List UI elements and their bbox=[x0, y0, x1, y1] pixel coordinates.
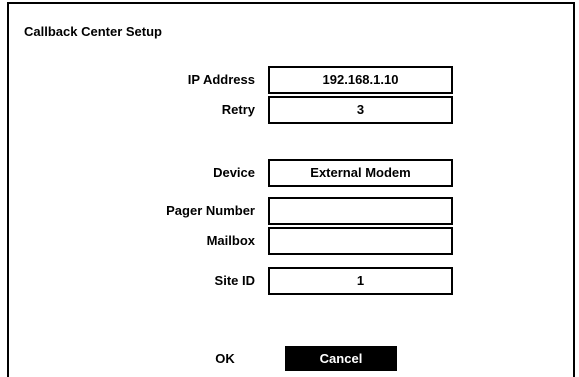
retry-field[interactable]: 3 bbox=[268, 96, 453, 124]
ip-address-row: IP Address 192.168.1.10 bbox=[9, 66, 569, 94]
ok-button[interactable]: OK bbox=[199, 346, 251, 371]
retry-row: Retry 3 bbox=[9, 96, 569, 124]
site-id-label: Site ID bbox=[214, 273, 255, 288]
pager-number-label: Pager Number bbox=[166, 203, 255, 218]
pager-number-field[interactable] bbox=[268, 197, 453, 225]
cancel-button[interactable]: Cancel bbox=[285, 346, 397, 371]
retry-label: Retry bbox=[221, 102, 255, 117]
mailbox-field[interactable] bbox=[268, 227, 453, 255]
dialog-title: Callback Center Setup bbox=[24, 24, 162, 39]
site-id-field[interactable]: 1 bbox=[268, 267, 453, 295]
pager-number-row: Pager Number bbox=[9, 197, 569, 225]
ip-address-label: IP Address bbox=[187, 72, 255, 87]
callback-center-setup-dialog: Callback Center Setup IP Address 192.168… bbox=[7, 2, 575, 377]
device-field[interactable]: External Modem bbox=[268, 159, 453, 187]
mailbox-label: Mailbox bbox=[206, 233, 255, 248]
site-id-row: Site ID 1 bbox=[9, 267, 569, 295]
device-label: Device bbox=[213, 165, 255, 180]
ip-address-field[interactable]: 192.168.1.10 bbox=[268, 66, 453, 94]
mailbox-row: Mailbox bbox=[9, 227, 569, 255]
device-row: Device External Modem bbox=[9, 159, 569, 187]
